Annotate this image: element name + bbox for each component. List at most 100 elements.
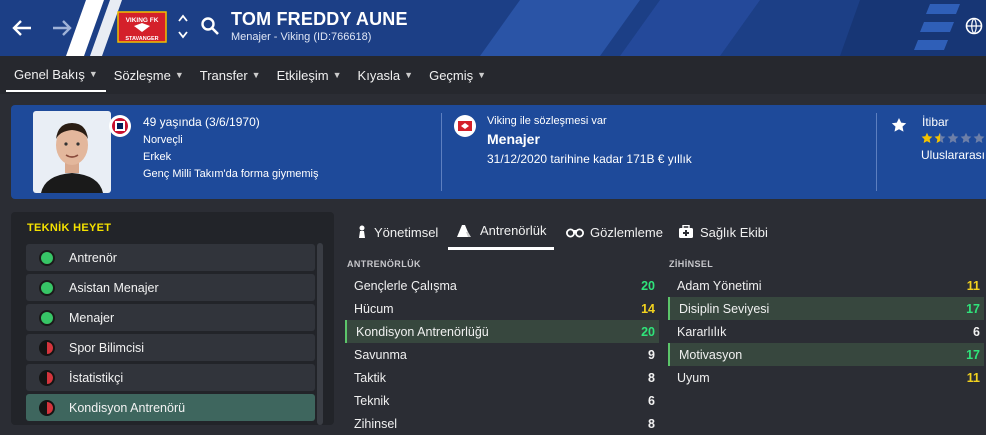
menu-label: Geçmiş (429, 67, 474, 83)
attribute-value: 20 (641, 278, 655, 293)
staff-item-spor-bilimcisi[interactable]: Spor Bilimcisi (26, 334, 315, 361)
attribute-row[interactable]: Zihinsel 8 (345, 412, 659, 435)
attribute-row[interactable]: Adam Yönetimi 11 (668, 274, 984, 297)
star-icon (891, 118, 907, 132)
attribute-value: 6 (973, 324, 980, 339)
attribute-value: 11 (966, 278, 980, 293)
contract-label: Viking ile sözleşmesi var (487, 115, 607, 127)
forward-button[interactable] (46, 12, 78, 44)
staff-item-kondisyon-antrenoru[interactable]: Kondisyon Antrenörü (26, 394, 315, 421)
status-dot-red (39, 399, 55, 416)
staff-item-label: Antrenör (69, 250, 117, 265)
menu-label: Kıyasla (357, 67, 401, 83)
attribute-row-highlighted[interactable]: Kondisyon Antrenörlüğü 20 (345, 320, 659, 343)
attribute-value: 8 (648, 370, 655, 385)
staff-item-label: Asistan Menajer (69, 280, 159, 295)
attribute-row[interactable]: Kararlılık 6 (668, 320, 984, 343)
attribute-label: Kararlılık (677, 324, 727, 339)
tab-yonetimsel[interactable]: Yönetimsel (356, 214, 438, 250)
reputation-scope: Uluslararası (921, 148, 986, 162)
nationality-flag-icon (109, 115, 131, 137)
tab-antrenorluk[interactable]: Antrenörlük (448, 214, 555, 250)
star-half-icon (934, 132, 946, 143)
tab-saglik-ekibi[interactable]: Sağlık Ekibi (678, 214, 768, 250)
attribute-row[interactable]: Taktik 8 (345, 366, 659, 389)
gender-text: Erkek (143, 151, 172, 163)
title-bar: VIKING FK STAVANGER TOM FREDDY AUNE Mena… (0, 0, 986, 56)
globe-icon[interactable] (964, 16, 984, 36)
status-dot-green (39, 279, 55, 296)
menu-label: Etkileşim (276, 67, 329, 83)
chevron-down-icon: ▼ (88, 69, 98, 79)
page-subtitle: Menajer - Viking (ID:766618) (231, 31, 372, 43)
chevron-down-icon: ▼ (404, 70, 414, 80)
attribute-label: Hücum (354, 301, 394, 316)
club-badge-icon (454, 115, 476, 137)
menu-label: Sözleşme (113, 67, 171, 83)
arrow-left-icon (12, 20, 31, 36)
tab-label: Antrenörlük (480, 223, 547, 238)
club-crest-icon[interactable]: VIKING FK STAVANGER (116, 10, 168, 44)
menu-label: Transfer (199, 67, 248, 83)
status-dot-red (39, 339, 55, 356)
star-empty-icon (960, 132, 972, 143)
divider (876, 113, 877, 191)
attribute-value: 20 (641, 324, 655, 339)
attribute-row[interactable]: Savunma 9 (345, 343, 659, 366)
cone-icon (457, 224, 471, 237)
attribute-row-highlighted[interactable]: Disiplin Seviyesi 17 (668, 297, 984, 320)
status-dot-red (39, 369, 55, 386)
attribute-row[interactable]: Teknik 6 (345, 389, 659, 412)
staff-item-menajer[interactable]: Menajer (26, 304, 315, 331)
star-full-icon (921, 132, 933, 143)
attribute-label: Uyum (677, 370, 710, 385)
attribute-row-highlighted[interactable]: Motivasyon 17 (668, 343, 984, 366)
menu-etkilesim[interactable]: Etkileşim ▼ (269, 58, 350, 92)
nationality-text: Norveçli (143, 134, 183, 146)
menu-transfer[interactable]: Transfer ▼ (192, 58, 269, 92)
menu-label: Genel Bakış (14, 66, 85, 82)
search-icon[interactable] (200, 16, 220, 36)
crest-text-bottom: STAVANGER (125, 36, 158, 42)
chevron-down-icon: ▼ (477, 70, 487, 80)
attribute-row[interactable]: Uyum 11 (668, 366, 984, 389)
tab-label: Gözlemleme (590, 224, 663, 240)
staff-item-label: Kondisyon Antrenörü (69, 400, 186, 415)
staff-panel-title: TEKNİK HEYET (27, 222, 112, 234)
chevron-down-icon: ▼ (332, 70, 342, 80)
attribute-label: Taktik (354, 370, 386, 385)
profile-menu: Genel Bakış ▼ Sözleşme ▼ Transfer ▼ Etkileş… (0, 56, 986, 94)
menu-genel-bakis[interactable]: Genel Bakış ▼ (6, 58, 106, 92)
attribute-value: 11 (966, 370, 980, 385)
attribute-row[interactable]: Gençlerle Çalışma 20 (345, 274, 659, 297)
star-empty-icon (947, 132, 959, 143)
reputation-stars (921, 132, 985, 144)
switch-person-arrows[interactable] (176, 12, 190, 42)
attribute-label: Savunma (354, 347, 407, 362)
staff-item-istatistikci[interactable]: İstatistikçi (26, 364, 315, 391)
attribute-row[interactable]: Hücum 14 (345, 297, 659, 320)
person-photo (33, 111, 111, 193)
age-text: 49 yaşında (3/6/1970) (143, 115, 260, 129)
mental-section-title: ZİHİNSEL (669, 259, 714, 269)
staff-item-asistan-menajer[interactable]: Asistan Menajer (26, 274, 315, 301)
attribute-tabs: Yönetimsel Antrenörlük Gözlemleme Sağlık… (344, 214, 986, 252)
youth-caps-text: Genç Milli Takım'da forma giymemiş (143, 168, 319, 180)
attribute-value: 9 (648, 347, 655, 362)
staff-item-antrenor[interactable]: Antrenör (26, 244, 315, 271)
tab-gozlemleme[interactable]: Gözlemleme (566, 214, 663, 250)
attribute-value: 14 (641, 301, 655, 316)
back-button[interactable] (6, 12, 38, 44)
menu-sozlesme[interactable]: Sözleşme ▼ (106, 58, 192, 92)
chevron-down-icon (178, 31, 188, 39)
profile-banner: 49 yaşında (3/6/1970) Norveçli Erkek Gen… (11, 105, 986, 199)
tab-label: Sağlık Ekibi (700, 224, 768, 240)
scrollbar[interactable] (317, 243, 323, 425)
staff-panel: TEKNİK HEYET Antrenör Asistan Menajer Me… (11, 212, 334, 425)
menu-gecmis[interactable]: Geçmiş ▼ (421, 58, 494, 92)
attribute-value: 8 (648, 416, 655, 431)
menu-kiyasla[interactable]: Kıyasla ▼ (350, 58, 422, 92)
attribute-label: Gençlerle Çalışma (354, 278, 457, 293)
binoculars-icon (566, 228, 584, 238)
crest-text-top: VIKING FK (126, 17, 159, 24)
